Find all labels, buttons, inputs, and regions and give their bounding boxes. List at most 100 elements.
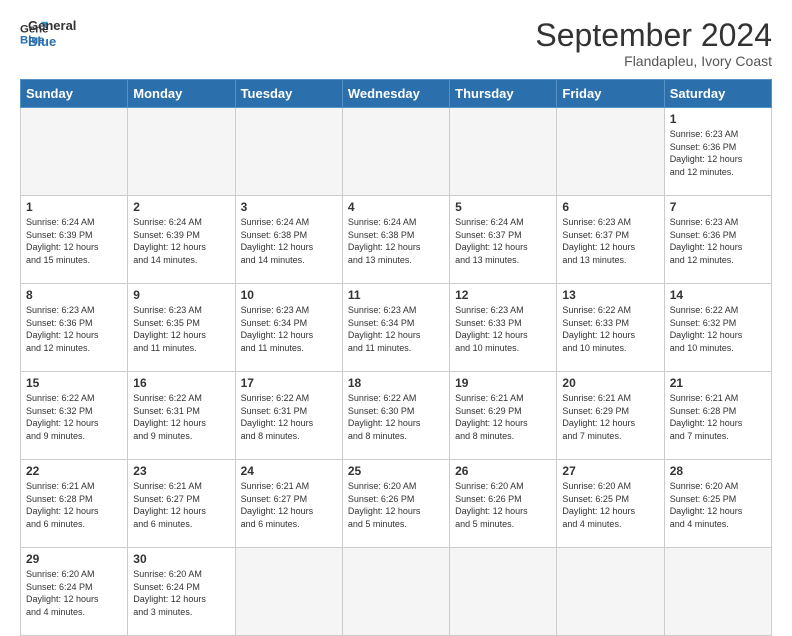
calendar-cell: 1Sunrise: 6:23 AM Sunset: 6:36 PM Daylig… [664,108,771,196]
calendar-cell: 5Sunrise: 6:24 AM Sunset: 6:37 PM Daylig… [450,196,557,284]
calendar-cell: 25Sunrise: 6:20 AM Sunset: 6:26 PM Dayli… [342,460,449,548]
day-number: 27 [562,464,658,478]
day-number: 7 [670,200,766,214]
day-info: Sunrise: 6:22 AM Sunset: 6:33 PM Dayligh… [562,304,658,354]
calendar-cell [450,548,557,636]
day-number: 6 [562,200,658,214]
calendar-cell: 10 Sunrise: 6:23 AM Sunset: 6:34 PM Dayli… [235,284,342,372]
day-info: Sunrise: 6:20 AM Sunset: 6:26 PM Dayligh… [455,480,551,530]
calendar-cell: 8Sunrise: 6:23 AM Sunset: 6:36 PM Daylig… [21,284,128,372]
day-number: 1 [26,200,122,214]
day-info: Sunrise: 6:22 AM Sunset: 6:32 PM Dayligh… [670,304,766,354]
calendar-cell: 12 Sunrise: 6:23 AM Sunset: 6:33 PM Dayli… [450,284,557,372]
day-number: 30 [133,552,229,566]
dow-header-thursday: Thursday [450,80,557,108]
calendar-cell: 21Sunrise: 6:21 AM Sunset: 6:28 PM Dayli… [664,372,771,460]
calendar-week-1: 1Sunrise: 6:23 AM Sunset: 6:36 PM Daylig… [21,108,772,196]
day-info: Sunrise: 6:20 AM Sunset: 6:24 PM Dayligh… [26,568,122,618]
calendar-week-5: 22Sunrise: 6:21 AM Sunset: 6:28 PM Dayli… [21,460,772,548]
calendar-cell: 13 Sunrise: 6:22 AM Sunset: 6:33 PM Dayli… [557,284,664,372]
logo-text-blue: Blue [28,34,76,50]
calendar-cell [664,548,771,636]
day-info: Sunrise: 6:23 AM Sunset: 6:36 PM Dayligh… [670,216,766,266]
calendar-cell [128,108,235,196]
calendar-cell: 2 Sunrise: 6:24 AM Sunset: 6:39 PM Daylig… [128,196,235,284]
calendar-cell: 26Sunrise: 6:20 AM Sunset: 6:26 PM Dayli… [450,460,557,548]
header: General Blue General Blue September 2024… [20,18,772,69]
calendar-cell [450,108,557,196]
calendar-body: 1 Sunrise: 6:23 AM Sunset: 6:36 PM Daylig… [21,108,772,636]
day-info: Sunrise: 6:24 AM Sunset: 6:38 PM Dayligh… [241,216,337,266]
day-info: Sunrise: 6:21 AM Sunset: 6:28 PM Dayligh… [26,480,122,530]
calendar-cell: 4 Sunrise: 6:24 AM Sunset: 6:38 PM Daylig… [342,196,449,284]
calendar-cell: 28Sunrise: 6:20 AM Sunset: 6:25 PM Dayli… [664,460,771,548]
day-number: 5 [455,200,551,214]
calendar-week-6: 29Sunrise: 6:20 AM Sunset: 6:24 PM Dayli… [21,548,772,636]
calendar-cell: 29Sunrise: 6:20 AM Sunset: 6:24 PM Dayli… [21,548,128,636]
day-number: 3 [241,200,337,214]
day-number: 18 [348,376,444,390]
day-number: 11 [348,288,444,302]
calendar-cell [557,548,664,636]
day-info: Sunrise: 6:23 AM Sunset: 6:34 PM Dayligh… [241,304,337,354]
day-number: 15 [26,376,122,390]
day-info: Sunrise: 6:23 AM Sunset: 6:35 PM Dayligh… [133,304,229,354]
day-info: Sunrise: 6:22 AM Sunset: 6:31 PM Dayligh… [133,392,229,442]
calendar-cell: 23 Sunrise: 6:21 AM Sunset: 6:27 PM Dayli… [128,460,235,548]
day-number: 13 [562,288,658,302]
calendar-cell [235,548,342,636]
day-number: 2 [133,200,229,214]
calendar-cell: 1 Sunrise: 6:24 AM Sunset: 6:39 PM Daylig… [21,196,128,284]
day-number: 4 [348,200,444,214]
dow-header-wednesday: Wednesday [342,80,449,108]
day-info: Sunrise: 6:24 AM Sunset: 6:39 PM Dayligh… [26,216,122,266]
calendar-cell [235,108,342,196]
calendar-cell: 27Sunrise: 6:20 AM Sunset: 6:25 PM Dayli… [557,460,664,548]
calendar-cell: 14 Sunrise: 6:22 AM Sunset: 6:32 PM Dayli… [664,284,771,372]
day-info: Sunrise: 6:22 AM Sunset: 6:30 PM Dayligh… [348,392,444,442]
dow-header-tuesday: Tuesday [235,80,342,108]
title-section: September 2024 Flandapleu, Ivory Coast [535,18,772,69]
day-info: Sunrise: 6:24 AM Sunset: 6:38 PM Dayligh… [348,216,444,266]
logo-text-general: General [28,18,76,34]
calendar-cell: 6 Sunrise: 6:23 AM Sunset: 6:37 PM Daylig… [557,196,664,284]
dow-header-sunday: Sunday [21,80,128,108]
dow-header-friday: Friday [557,80,664,108]
day-number: 10 [241,288,337,302]
day-info: Sunrise: 6:23 AM Sunset: 6:34 PM Dayligh… [348,304,444,354]
day-number: 20 [562,376,658,390]
day-info: Sunrise: 6:20 AM Sunset: 6:25 PM Dayligh… [670,480,766,530]
day-info: Sunrise: 6:24 AM Sunset: 6:39 PM Dayligh… [133,216,229,266]
day-info: Sunrise: 6:21 AM Sunset: 6:29 PM Dayligh… [455,392,551,442]
calendar-cell: 20 Sunrise: 6:21 AM Sunset: 6:29 PM Dayli… [557,372,664,460]
day-number: 23 [133,464,229,478]
day-info: Sunrise: 6:23 AM Sunset: 6:33 PM Dayligh… [455,304,551,354]
day-number: 8 [26,288,122,302]
page: General Blue General Blue September 2024… [0,0,792,612]
calendar-cell: 22Sunrise: 6:21 AM Sunset: 6:28 PM Dayli… [21,460,128,548]
calendar-cell: 15 Sunrise: 6:22 AM Sunset: 6:32 PM Dayli… [21,372,128,460]
day-number: 1 [670,112,766,126]
day-number: 9 [133,288,229,302]
calendar-cell [557,108,664,196]
day-info: Sunrise: 6:23 AM Sunset: 6:37 PM Dayligh… [562,216,658,266]
day-number: 17 [241,376,337,390]
day-info: Sunrise: 6:21 AM Sunset: 6:27 PM Dayligh… [133,480,229,530]
day-number: 12 [455,288,551,302]
calendar-cell: 18 Sunrise: 6:22 AM Sunset: 6:30 PM Dayli… [342,372,449,460]
day-info: Sunrise: 6:20 AM Sunset: 6:26 PM Dayligh… [348,480,444,530]
calendar-cell [342,108,449,196]
calendar-cell [21,108,128,196]
day-info: Sunrise: 6:22 AM Sunset: 6:31 PM Dayligh… [241,392,337,442]
calendar-cell: 19Sunrise: 6:21 AM Sunset: 6:29 PM Dayli… [450,372,557,460]
day-number: 14 [670,288,766,302]
day-info: Sunrise: 6:22 AM Sunset: 6:32 PM Dayligh… [26,392,122,442]
day-info: Sunrise: 6:21 AM Sunset: 6:29 PM Dayligh… [562,392,658,442]
calendar-cell: 9 Sunrise: 6:23 AM Sunset: 6:35 PM Daylig… [128,284,235,372]
calendar-week-2: 1 Sunrise: 6:24 AM Sunset: 6:39 PM Daylig… [21,196,772,284]
calendar-cell: 16Sunrise: 6:22 AM Sunset: 6:31 PM Dayli… [128,372,235,460]
calendar-week-3: 8Sunrise: 6:23 AM Sunset: 6:36 PM Daylig… [21,284,772,372]
calendar-cell: 24Sunrise: 6:21 AM Sunset: 6:27 PM Dayli… [235,460,342,548]
calendar-cell [342,548,449,636]
day-of-week-row: SundayMondayTuesdayWednesdayThursdayFrid… [21,80,772,108]
